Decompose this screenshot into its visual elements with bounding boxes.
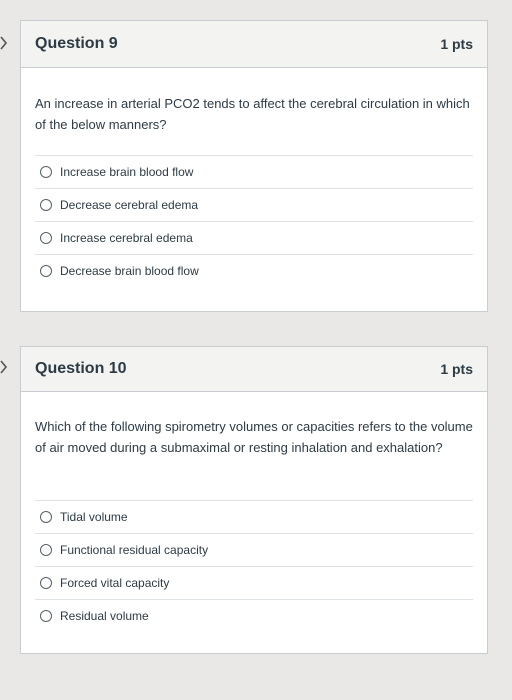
answer-label: Decrease cerebral edema bbox=[60, 198, 199, 212]
chevron-right-icon[interactable] bbox=[0, 36, 8, 50]
question-card: Question 9 1 pts An increase in arterial… bbox=[20, 20, 488, 312]
answer-option[interactable]: Decrease brain blood flow bbox=[35, 254, 473, 287]
answer-list: Tidal volume Functional residual capacit… bbox=[21, 500, 487, 632]
answer-list: Increase brain blood flow Decrease cereb… bbox=[21, 155, 487, 287]
question-points: 1 pts bbox=[440, 36, 473, 52]
answer-label: Tidal volume bbox=[60, 510, 128, 524]
answer-option[interactable]: Residual volume bbox=[35, 599, 473, 632]
answer-label: Functional residual capacity bbox=[60, 543, 209, 557]
answer-option[interactable]: Decrease cerebral edema bbox=[35, 188, 473, 221]
answer-label: Forced vital capacity bbox=[60, 576, 170, 590]
question-card: Question 10 1 pts Which of the following… bbox=[20, 346, 488, 654]
question-header: Question 10 1 pts bbox=[21, 347, 487, 392]
chevron-right-icon[interactable] bbox=[0, 360, 8, 374]
answer-label: Residual volume bbox=[60, 609, 149, 623]
radio-button[interactable] bbox=[40, 166, 52, 178]
answer-option[interactable]: Tidal volume bbox=[35, 500, 473, 533]
question-header: Question 9 1 pts bbox=[21, 21, 487, 68]
answer-label: Decrease brain blood flow bbox=[60, 264, 199, 278]
radio-button[interactable] bbox=[40, 544, 52, 556]
radio-button[interactable] bbox=[40, 577, 52, 589]
answer-option[interactable]: Increase cerebral edema bbox=[35, 221, 473, 254]
answer-option[interactable]: Functional residual capacity bbox=[35, 533, 473, 566]
radio-button[interactable] bbox=[40, 232, 52, 244]
question-title: Question 10 bbox=[35, 360, 127, 377]
answer-option[interactable]: Forced vital capacity bbox=[35, 566, 473, 599]
radio-button[interactable] bbox=[40, 199, 52, 211]
answer-label: Increase cerebral edema bbox=[60, 231, 193, 245]
radio-button[interactable] bbox=[40, 265, 52, 277]
radio-button[interactable] bbox=[40, 511, 52, 523]
question-points: 1 pts bbox=[440, 361, 473, 377]
question-text: Which of the following spirometry volume… bbox=[35, 419, 473, 455]
answer-label: Increase brain blood flow bbox=[60, 165, 194, 179]
question-title: Question 9 bbox=[35, 35, 118, 52]
radio-button[interactable] bbox=[40, 610, 52, 622]
question-text: An increase in arterial PCO2 tends to af… bbox=[35, 96, 470, 132]
answer-option[interactable]: Increase brain blood flow bbox=[35, 155, 473, 188]
